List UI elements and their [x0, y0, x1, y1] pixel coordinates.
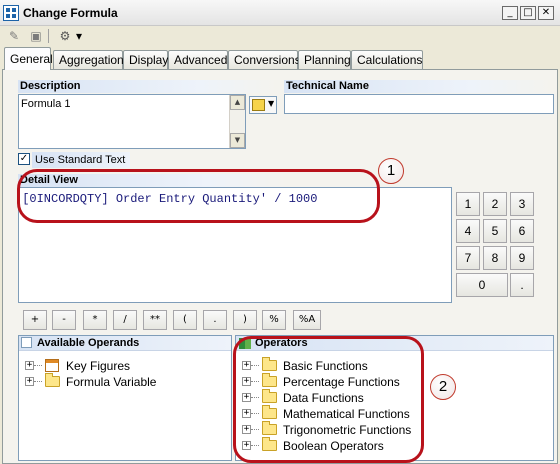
key-1[interactable]: 1 — [456, 192, 480, 216]
available-operands-header: Available Operands — [19, 336, 231, 351]
tab-calculations[interactable]: Calculations — [351, 50, 423, 69]
key-6[interactable]: 6 — [510, 219, 534, 243]
key-decimal[interactable]: . — [510, 273, 534, 297]
close-button[interactable]: ✕ — [538, 6, 554, 20]
callout-number-2: 2 — [430, 374, 456, 400]
operator-open-paren-button[interactable]: ( — [173, 310, 197, 330]
tab-display[interactable]: Display — [123, 50, 168, 69]
use-standard-text-label[interactable]: Use Standard Text — [32, 152, 130, 168]
use-standard-text-checkbox[interactable]: ✓ — [18, 153, 30, 165]
operand-item-formula-variable[interactable]: + Formula Variable — [25, 373, 225, 390]
operator-plus-button[interactable]: + — [23, 310, 47, 330]
operator-close-paren-button[interactable]: ) — [233, 310, 257, 330]
operator-dot-button[interactable]: . — [203, 310, 227, 330]
edit-icon[interactable]: ✎ — [6, 29, 22, 43]
folder-tree-icon — [21, 337, 32, 348]
operator-minus-button[interactable]: - — [52, 310, 76, 330]
tab-strip: General Aggregation Display Advanced Con… — [2, 47, 558, 70]
operator-power-button[interactable]: ** — [143, 310, 167, 330]
available-operands-label: Available Operands — [37, 337, 140, 349]
description-value: Formula 1 — [21, 98, 71, 110]
technical-name-field[interactable] — [284, 94, 554, 114]
save-icon[interactable]: ▣ — [28, 29, 44, 43]
key-3[interactable]: 3 — [510, 192, 534, 216]
scroll-up-icon[interactable]: ▲ — [230, 95, 245, 110]
maximize-button[interactable]: □ — [520, 6, 536, 20]
dropdown-arrow-icon[interactable]: ▾ — [74, 29, 84, 43]
chevron-down-icon: ▼ — [268, 99, 275, 108]
key-5[interactable]: 5 — [483, 219, 507, 243]
scroll-down-icon[interactable]: ▼ — [230, 133, 245, 148]
toolbar: ✎ ▣ ⚙ ▾ — [0, 26, 560, 46]
key-8[interactable]: 8 — [483, 246, 507, 270]
formula-app-icon — [3, 5, 19, 21]
tab-planning[interactable]: Planning — [298, 50, 351, 69]
text-options-button[interactable]: ▼ — [249, 96, 277, 114]
callout-highlight-formula — [17, 169, 380, 223]
key-2[interactable]: 2 — [483, 192, 507, 216]
settings-icon[interactable]: ⚙ — [56, 29, 74, 43]
key-4[interactable]: 4 — [456, 219, 480, 243]
description-field[interactable]: Formula 1 ▲ ▼ — [18, 94, 246, 149]
expand-icon[interactable]: + — [25, 361, 34, 370]
description-label: Description — [18, 80, 278, 93]
tab-general[interactable]: General — [4, 47, 53, 70]
operator-percent-button[interactable]: % — [262, 310, 286, 330]
operator-multiply-button[interactable]: * — [83, 310, 107, 330]
technical-name-label: Technical Name — [284, 80, 552, 93]
callout-number-1: 1 — [378, 158, 404, 184]
operator-divide-button[interactable]: / — [113, 310, 137, 330]
tab-advanced[interactable]: Advanced — [168, 50, 228, 69]
key-9[interactable]: 9 — [510, 246, 534, 270]
expand-icon[interactable]: + — [25, 377, 34, 386]
operand-item-key-figures[interactable]: + Key Figures — [25, 358, 225, 374]
tab-aggregation[interactable]: Aggregation — [53, 50, 124, 69]
title-bar: Change Formula _ □ ✕ — [0, 0, 560, 26]
description-scrollbar[interactable]: ▲ ▼ — [229, 95, 245, 148]
key-0[interactable]: 0 — [456, 273, 508, 297]
key-figures-icon — [45, 359, 59, 372]
toolbar-separator — [48, 29, 49, 43]
folder-icon — [45, 373, 60, 387]
operator-percent-a-button[interactable]: %A — [293, 310, 321, 330]
note-icon — [252, 99, 265, 111]
available-operands-panel: Available Operands + Key Figures + Formu… — [18, 335, 232, 461]
tab-conversions[interactable]: Conversions — [228, 50, 301, 69]
callout-highlight-operators — [233, 336, 424, 463]
minimize-button[interactable]: _ — [502, 6, 518, 20]
key-7[interactable]: 7 — [456, 246, 480, 270]
window-title: Change Formula — [23, 6, 118, 20]
